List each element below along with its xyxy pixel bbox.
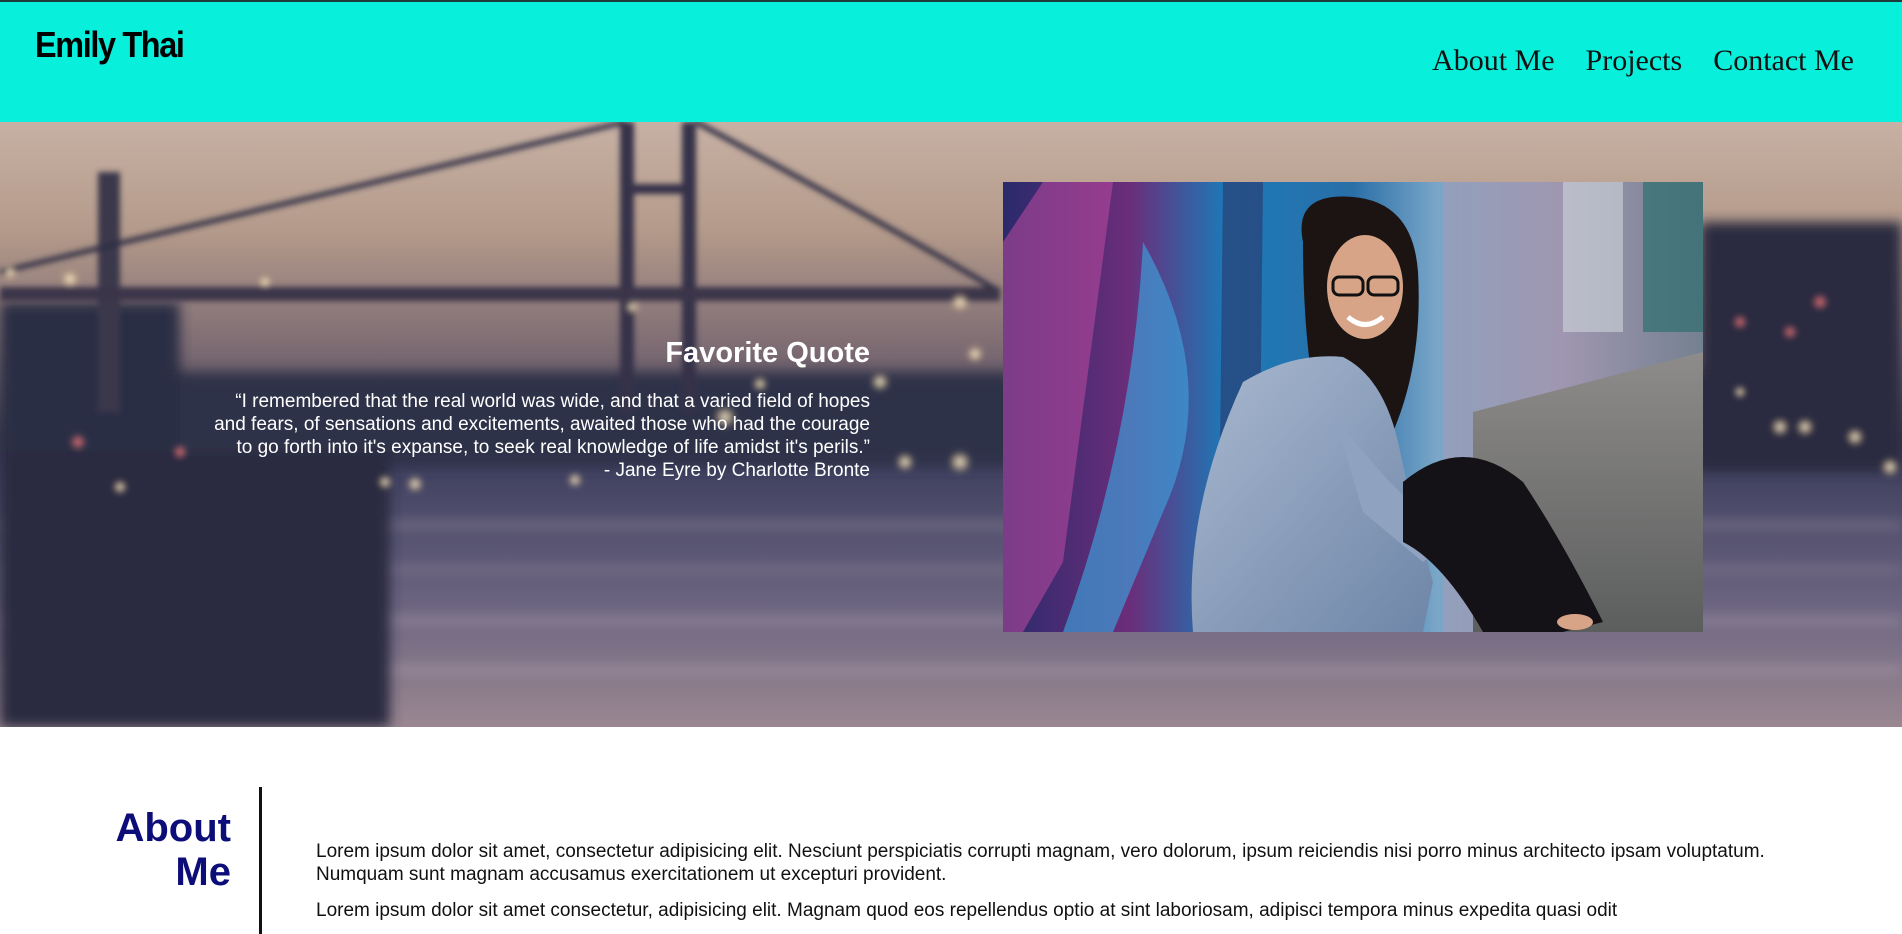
- favorite-quote: Favorite Quote “I remembered that the re…: [200, 337, 870, 482]
- about-paragraph-1: Lorem ipsum dolor sit amet, consectetur …: [316, 841, 1765, 885]
- about-heading: About Me: [96, 806, 231, 894]
- nav-projects[interactable]: Projects: [1586, 44, 1683, 78]
- profile-photo: [1003, 182, 1703, 632]
- about-heading-line1: About: [115, 806, 231, 850]
- about-heading-line2: Me: [175, 850, 231, 894]
- quote-title: Favorite Quote: [665, 337, 870, 369]
- main-nav: About Me Projects Contact Me: [1432, 44, 1854, 78]
- quote-text: “I remembered that the real world was wi…: [214, 391, 870, 458]
- site-header: Emily Thai About Me Projects Contact Me: [0, 0, 1902, 122]
- nav-contact-me[interactable]: Contact Me: [1713, 44, 1854, 78]
- about-divider: [259, 787, 262, 934]
- about-paragraph-2: Lorem ipsum dolor sit amet consectetur, …: [316, 900, 1618, 921]
- about-body: Lorem ipsum dolor sit amet, consectetur …: [316, 840, 1766, 934]
- nav-about-me[interactable]: About Me: [1432, 44, 1555, 78]
- site-brand[interactable]: Emily Thai: [35, 24, 185, 66]
- hero-section: Favorite Quote “I remembered that the re…: [0, 122, 1902, 727]
- profile-photo-image: [1003, 182, 1703, 632]
- quote-author: - Jane Eyre by Charlotte Bronte: [603, 460, 870, 481]
